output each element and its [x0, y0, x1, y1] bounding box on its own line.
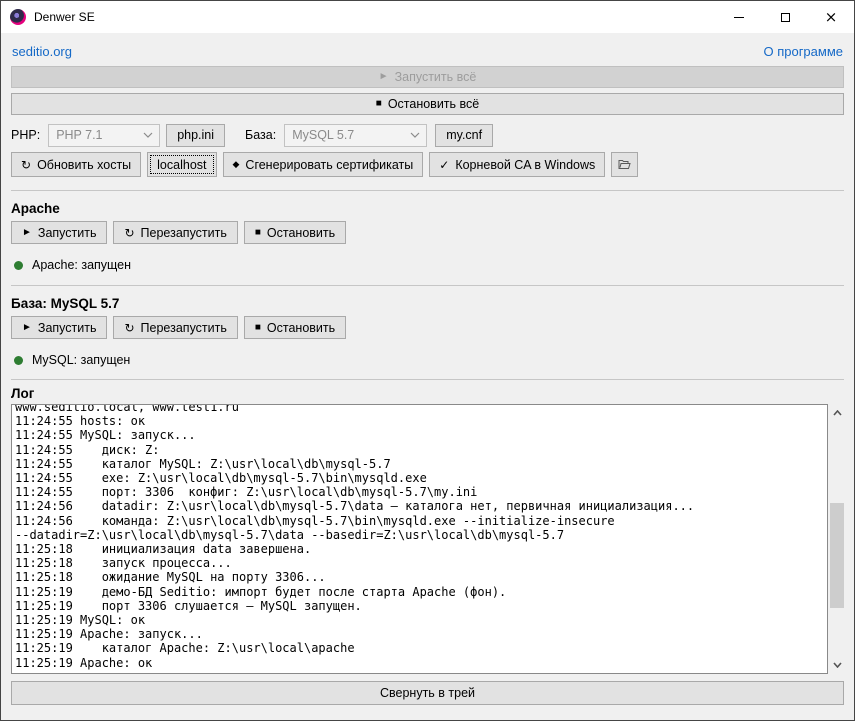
chevron-down-icon: [410, 132, 420, 138]
section-divider: [11, 379, 844, 380]
denwer-logo-icon: [10, 9, 26, 25]
section-divider: [11, 285, 844, 286]
maximize-button[interactable]: [762, 1, 808, 33]
open-folder-button[interactable]: [611, 152, 638, 177]
apache-stop-button[interactable]: ■ Остановить: [244, 221, 346, 244]
apache-section-title: Apache: [11, 201, 844, 216]
refresh-hosts-label: Обновить хосты: [37, 158, 131, 172]
minimize-to-tray-label: Свернуть в трей: [380, 686, 475, 700]
mysql-status-text: MySQL: запущен: [32, 353, 130, 367]
db-version-value: MySQL 5.7: [292, 128, 354, 142]
window-controls: ×: [716, 1, 854, 33]
my-cnf-button[interactable]: my.cnf: [435, 124, 493, 147]
close-button[interactable]: ×: [808, 1, 854, 33]
log-section-title: Лог: [11, 386, 844, 401]
root-ca-button[interactable]: ✓ Корневой CA в Windows: [429, 152, 605, 177]
titlebar: Denwer SE ×: [1, 1, 854, 33]
minimize-button[interactable]: [716, 1, 762, 33]
close-icon: ×: [825, 10, 838, 25]
chevron-down-icon: [833, 662, 842, 668]
about-link[interactable]: О программе: [763, 44, 843, 59]
refresh-icon: ↻: [124, 227, 134, 239]
folder-icon: [618, 159, 631, 170]
my-cnf-label: my.cnf: [446, 128, 482, 142]
log-scrollbar[interactable]: [829, 405, 845, 673]
apache-status-text: Apache: запущен: [32, 258, 131, 272]
stop-icon: ■: [255, 323, 261, 333]
stop-icon: ■: [376, 99, 382, 109]
mysql-start-button[interactable]: ► Запустить: [11, 316, 107, 339]
apache-restart-button[interactable]: ↻ Перезапустить: [113, 221, 237, 244]
mysql-section-title: База: MySQL 5.7: [11, 296, 844, 311]
maximize-icon: [781, 13, 790, 22]
play-icon: ►: [22, 228, 32, 238]
localhost-button[interactable]: localhost: [147, 152, 216, 177]
db-label: База:: [245, 128, 276, 142]
start-all-label: Запустить всё: [395, 70, 477, 84]
apache-stop-label: Остановить: [267, 226, 335, 240]
check-icon: ✓: [439, 159, 449, 171]
window-title: Denwer SE: [34, 10, 716, 24]
hosts-row: ↻ Обновить хосты localhost ◆ Сгенерирова…: [11, 152, 844, 177]
apache-restart-label: Перезапустить: [141, 226, 227, 240]
php-ini-button[interactable]: php.ini: [166, 124, 225, 147]
generate-certificates-label: Сгенерировать сертификаты: [245, 158, 413, 172]
mysql-restart-label: Перезапустить: [141, 321, 227, 335]
php-version-select[interactable]: PHP 7.1: [48, 124, 160, 147]
mysql-stop-button[interactable]: ■ Остановить: [244, 316, 346, 339]
links-row: seditio.org О программе: [11, 40, 844, 66]
mysql-restart-button[interactable]: ↻ Перезапустить: [113, 316, 237, 339]
log-text: www.seditio.local, www.test1.ru 11:24:55…: [15, 404, 824, 670]
mysql-start-label: Запустить: [38, 321, 97, 335]
app-window: Denwer SE × seditio.org О программе ► За…: [0, 0, 855, 721]
stop-all-button[interactable]: ■ Остановить всё: [11, 93, 844, 115]
stop-icon: ■: [255, 228, 261, 238]
chevron-down-icon: [143, 132, 153, 138]
refresh-hosts-button[interactable]: ↻ Обновить хосты: [11, 152, 141, 177]
chevron-up-icon: [833, 410, 842, 416]
php-ini-label: php.ini: [177, 128, 214, 142]
mysql-status: MySQL: запущен: [11, 353, 844, 367]
play-icon: ►: [22, 323, 32, 333]
minimize-icon: [734, 17, 744, 18]
stop-all-label: Остановить всё: [388, 97, 479, 111]
db-version-select[interactable]: MySQL 5.7: [284, 124, 427, 147]
mysql-stop-label: Остановить: [267, 321, 335, 335]
config-row: PHP: PHP 7.1 php.ini База: MySQL 5.7 my.…: [11, 122, 844, 148]
apache-status: Apache: запущен: [11, 258, 844, 272]
log-area: www.seditio.local, www.test1.ru 11:24:55…: [11, 404, 844, 674]
main-content: seditio.org О программе ► Запустить всё …: [1, 33, 854, 720]
php-label: PHP:: [11, 128, 40, 142]
apache-start-button[interactable]: ► Запустить: [11, 221, 107, 244]
play-icon: ►: [379, 72, 389, 82]
minimize-to-tray-button[interactable]: Свернуть в трей: [11, 681, 844, 705]
refresh-icon: ↻: [124, 322, 134, 334]
start-all-button[interactable]: ► Запустить всё: [11, 66, 844, 88]
status-dot-running: [14, 261, 23, 270]
localhost-label: localhost: [157, 158, 206, 172]
scrollbar-thumb[interactable]: [830, 503, 844, 608]
scroll-down-button[interactable]: [829, 657, 845, 673]
section-divider: [11, 190, 844, 191]
certificate-icon: ◆: [233, 160, 240, 169]
refresh-icon: ↻: [21, 159, 31, 171]
log-view[interactable]: www.seditio.local, www.test1.ru 11:24:55…: [11, 404, 828, 674]
apache-start-label: Запустить: [38, 226, 97, 240]
scroll-up-button[interactable]: [829, 405, 845, 421]
root-ca-label: Корневой CA в Windows: [455, 158, 595, 172]
apache-buttons: ► Запустить ↻ Перезапустить ■ Остановить: [11, 221, 844, 244]
seditio-org-link[interactable]: seditio.org: [12, 44, 72, 59]
php-version-value: PHP 7.1: [56, 128, 102, 142]
mysql-buttons: ► Запустить ↻ Перезапустить ■ Остановить: [11, 316, 844, 339]
status-dot-running: [14, 356, 23, 365]
generate-certificates-button[interactable]: ◆ Сгенерировать сертификаты: [223, 152, 424, 177]
